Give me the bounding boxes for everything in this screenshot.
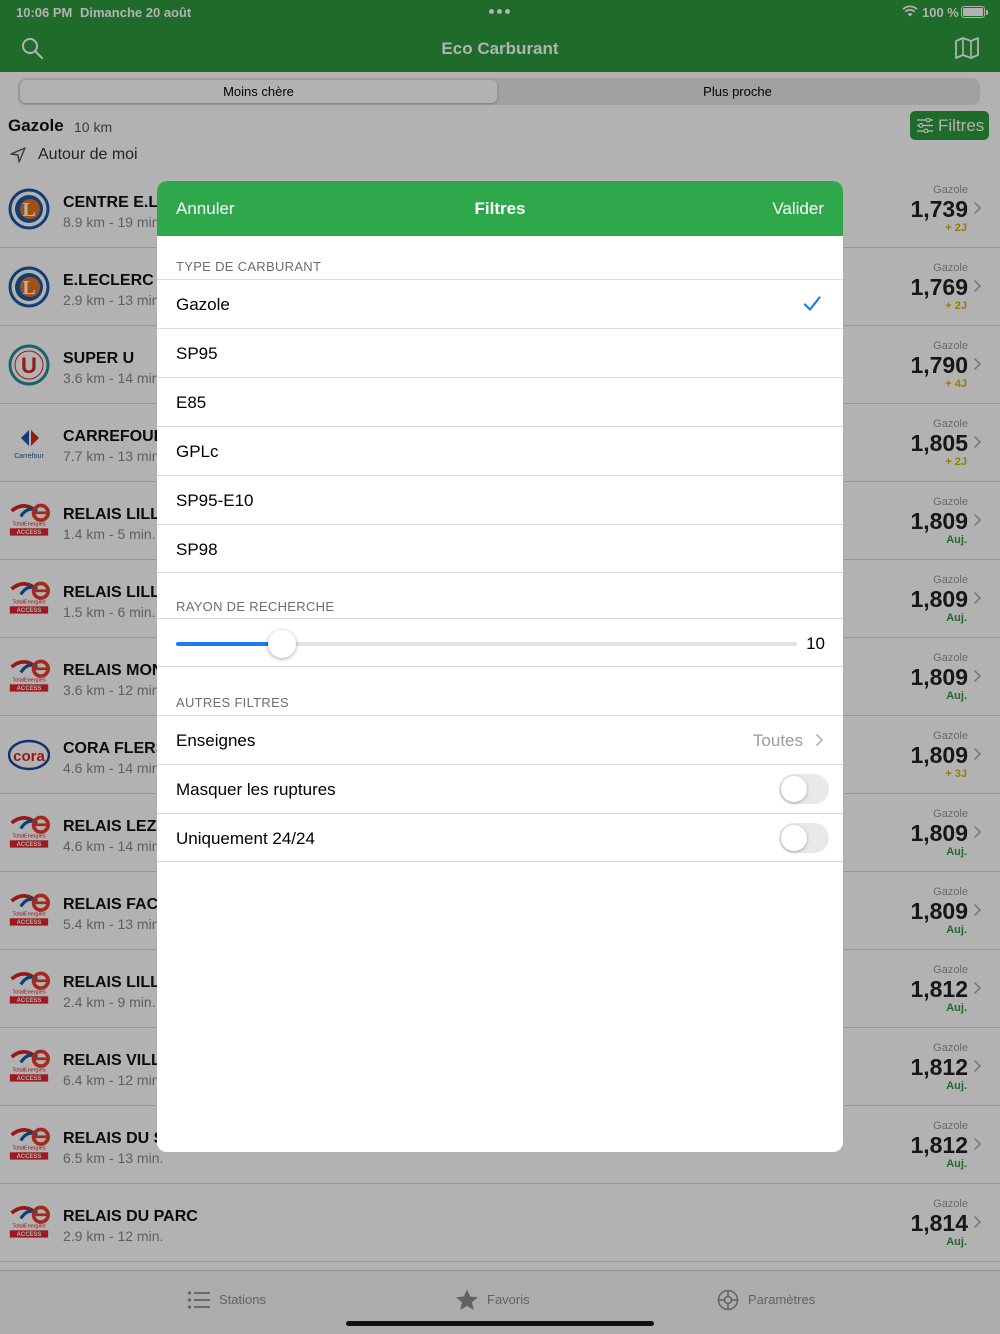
radius-slider-thumb[interactable] <box>267 630 296 658</box>
hide-shortage-label: Masquer les ruptures <box>176 780 336 799</box>
hide-shortage-row: Masquer les ruptures <box>157 764 843 813</box>
radius-value: 10 <box>806 634 825 653</box>
brands-row[interactable]: Enseignes Toutes <box>157 715 843 764</box>
other-filters-section-header: AUTRES FILTRES <box>176 695 290 710</box>
fuel-option-e85[interactable]: E85 <box>157 377 843 426</box>
fuel-type-section-header: TYPE DE CARBURANT <box>176 259 322 274</box>
radius-section-header: RAYON DE RECHERCHE <box>176 599 335 614</box>
radius-slider-row: 10 <box>157 618 843 667</box>
brands-label: Enseignes <box>176 731 256 750</box>
fuel-option-label: SP95-E10 <box>176 491 254 510</box>
open-24-row: Uniquement 24/24 <box>157 813 843 862</box>
modal-body: TYPE DE CARBURANT Gazole SP95 E85 GPLc SP95-… <box>157 236 843 1152</box>
fuel-option-label: E85 <box>176 393 207 412</box>
chevron-right-icon <box>815 733 824 747</box>
checkmark-icon <box>803 296 821 311</box>
fuel-option-gazole[interactable]: Gazole <box>157 279 843 328</box>
fuel-option-sp95-e10[interactable]: SP95-E10 <box>157 475 843 524</box>
fuel-option-sp95[interactable]: SP95 <box>157 328 843 377</box>
fuel-option-label: SP98 <box>176 540 218 559</box>
validate-button[interactable]: Valider <box>772 199 824 219</box>
fuel-option-label: Gazole <box>176 295 230 314</box>
hide-shortage-toggle[interactable] <box>779 774 829 804</box>
fuel-option-sp98[interactable]: SP98 <box>157 524 843 573</box>
radius-slider-fill <box>176 642 282 646</box>
open-24-toggle[interactable] <box>779 823 829 853</box>
home-indicator[interactable] <box>346 1321 654 1326</box>
filters-modal: Annuler Filtres Valider TYPE DE CARBURAN… <box>157 181 843 1152</box>
fuel-option-label: GPLc <box>176 442 219 461</box>
modal-header: Annuler Filtres Valider <box>157 181 843 236</box>
brands-value: Toutes <box>752 731 803 750</box>
fuel-option-label: SP95 <box>176 344 218 363</box>
open-24-label: Uniquement 24/24 <box>176 829 315 848</box>
fuel-option-gplc[interactable]: GPLc <box>157 426 843 475</box>
modal-title: Filtres <box>474 199 526 218</box>
